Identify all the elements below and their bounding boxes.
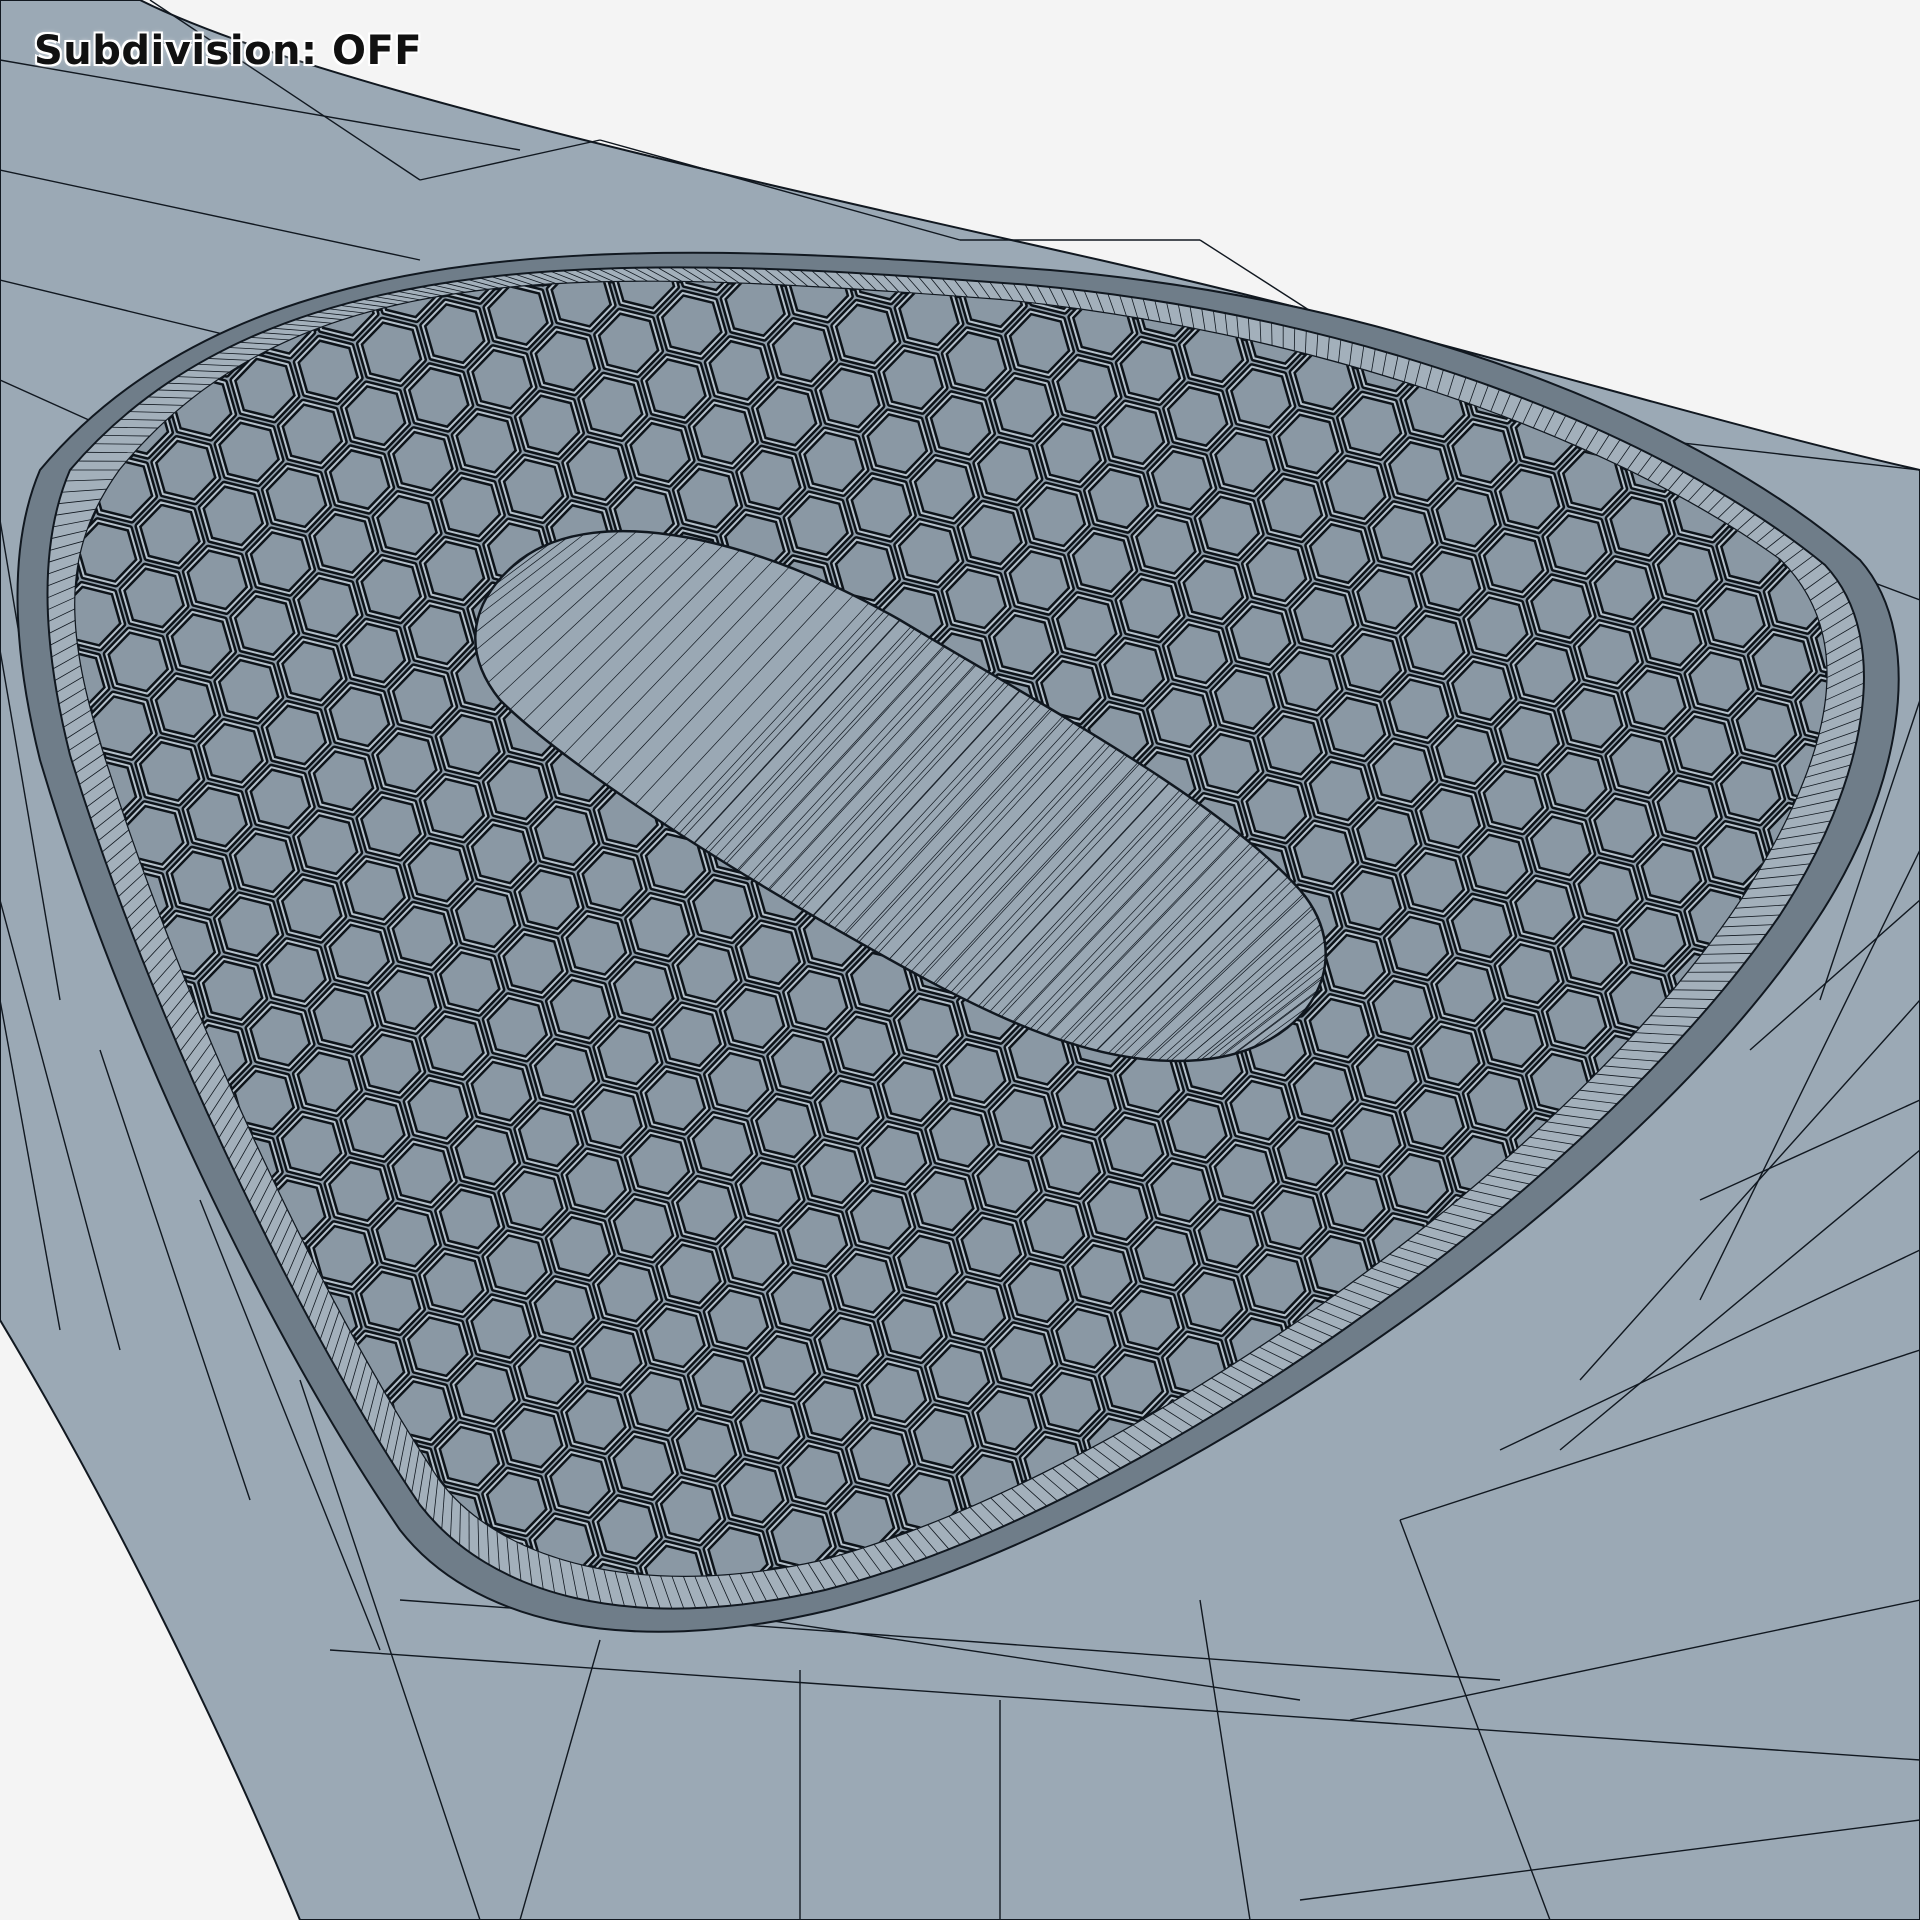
hex-cell — [1431, 281, 1503, 316]
hex-cell — [1624, 194, 1688, 257]
hex-cell-highlight — [0, 1378, 43, 1442]
hex-cell — [1367, 281, 1439, 334]
hex-cell-highlight — [1688, 175, 1752, 238]
hex-cell — [1861, 185, 1920, 248]
hex-cell — [1213, 193, 1277, 256]
hex-cell-highlight — [1654, 302, 1721, 368]
hex-cell-highlight — [1718, 284, 1785, 350]
hex-cell-highlight — [1496, 281, 1563, 295]
hex-cell — [1320, 281, 1392, 288]
hex-cell-highlight — [42, 1598, 106, 1661]
hex-cell-highlight — [1702, 347, 1769, 414]
hex-cell — [1699, 345, 1771, 416]
hex-cell-highlight — [1039, 184, 1103, 247]
hex-cell — [1826, 309, 1827, 380]
hex-cell — [1604, 281, 1676, 325]
hex-cell — [1541, 281, 1613, 343]
hex-cell — [1762, 327, 1827, 398]
hex-cell-highlight — [1213, 193, 1277, 256]
hex-cell-highlight — [75, 1532, 123, 1576]
hex-cell — [1277, 175, 1341, 238]
hex-cell-highlight — [1322, 281, 1389, 286]
hex-cell — [1561, 212, 1625, 275]
mesh-render[interactable] — [0, 0, 1920, 1920]
hex-cell-highlight — [1591, 320, 1658, 386]
hex-cell-highlight — [1830, 313, 1894, 376]
hex-cell-highlight — [1387, 203, 1451, 266]
hex-cell — [42, 1598, 106, 1661]
hex-cell-highlight — [1670, 281, 1737, 304]
hex-cell-highlight — [1812, 375, 1827, 441]
hex-cell-highlight — [1877, 358, 1920, 422]
hex-cell-highlight — [1765, 329, 1827, 396]
subdivision-status-label: Subdivision: OFF — [34, 28, 423, 74]
hex-cell-highlight — [1259, 281, 1326, 304]
hex-cell — [0, 1378, 43, 1442]
hex-cell-highlight — [1733, 281, 1800, 286]
hex-cell-highlight — [1370, 281, 1437, 331]
hex-cell — [1877, 358, 1920, 422]
hex-cell — [1652, 299, 1724, 371]
hex-cell — [1778, 281, 1827, 334]
hex-cell — [1257, 281, 1329, 306]
hex-cell-highlight — [1861, 185, 1920, 248]
hex-cell — [1846, 249, 1910, 312]
hex-cell — [1810, 372, 1827, 444]
hex-cell — [1387, 203, 1451, 266]
hex-cell-highlight — [1277, 175, 1341, 238]
hex-cell — [1798, 203, 1862, 266]
hex-cell-highlight — [1798, 203, 1862, 266]
hex-cell-highlight — [1781, 281, 1827, 332]
hex-cell-highlight — [1846, 249, 1910, 312]
hex-cell-highlight — [1607, 281, 1674, 322]
hex-cell — [1494, 281, 1566, 297]
hex-cell-highlight — [75, 1487, 76, 1553]
hex-cell — [1039, 184, 1103, 247]
hex-cell — [1589, 317, 1661, 389]
hex-cell-highlight — [1450, 184, 1514, 247]
hex-cell — [75, 1530, 126, 1576]
hex-cell — [1731, 281, 1803, 288]
hex-cell-highlight — [1624, 194, 1688, 257]
hex-cell — [1668, 281, 1740, 307]
hex-cell-highlight — [1544, 281, 1611, 341]
3d-viewport[interactable]: Subdivision: OFF — [0, 0, 1920, 1920]
hex-cell — [1450, 184, 1514, 247]
hex-cell — [1715, 281, 1787, 352]
hex-cell-highlight — [1561, 212, 1625, 275]
hex-cell-highlight — [1480, 292, 1547, 359]
hex-cell — [75, 1484, 78, 1555]
hex-cell — [1478, 290, 1550, 361]
hex-cell — [1688, 175, 1752, 238]
hex-cell-highlight — [1433, 281, 1500, 313]
